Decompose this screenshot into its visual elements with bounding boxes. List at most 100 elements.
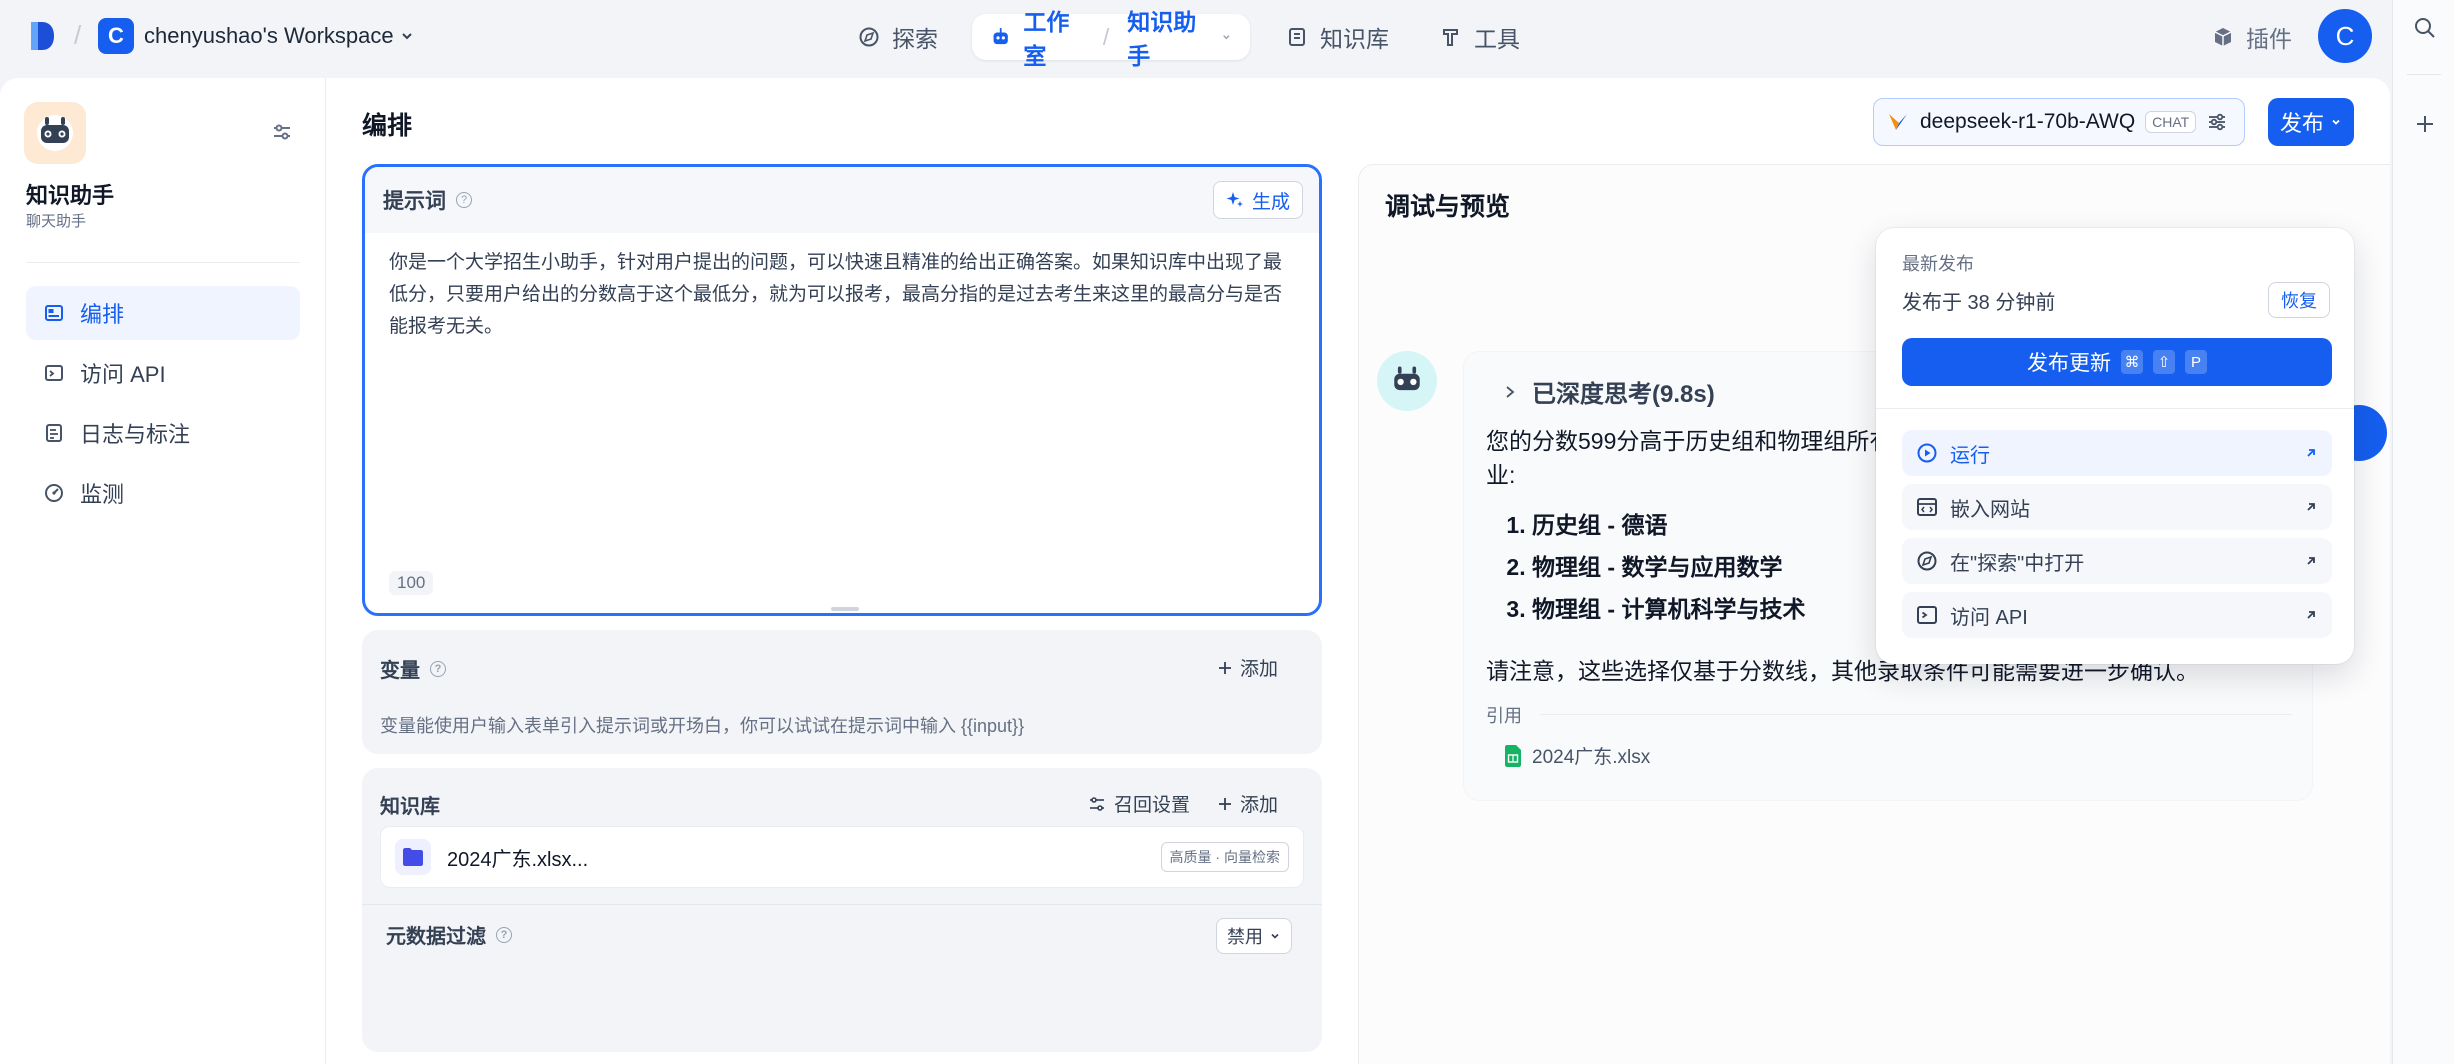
workspace-switcher[interactable]: chenyushao's Workspace [144,23,414,49]
preview-title: 调试与预览 [1385,193,1511,221]
resize-handle[interactable] [831,607,859,611]
recall-settings-label: 召回设置 [1114,795,1191,816]
model-name: deepseek-r1-70b-AWQ [1920,110,2136,133]
help-icon[interactable]: ? [430,660,446,677]
prompt-header: 提示词 ? 生成 [365,167,1319,233]
sparkle-icon [1226,192,1243,207]
publish-update-button[interactable]: 发布更新 ⌘ ⇧ P [1902,338,2332,386]
breadcrumb-separator: / [74,20,82,50]
settings-sliders-icon [1090,796,1104,811]
generate-button[interactable]: 生成 [1212,181,1303,219]
publish-dropdown: 最新发布 发布于 38 分钟前 恢复 发布更新 ⌘ ⇧ P 运行 嵌入网站 在"… [1876,228,2354,664]
model-settings-icon[interactable] [2206,111,2228,133]
model-selector[interactable]: deepseek-r1-70b-AWQ CHAT [1873,98,2245,146]
variables-section: 变量 ? 添加 变量能使用户输入表单引入提示词或开场白，你可以试试在提示词中输入… [362,630,1322,754]
nav-knowledge[interactable]: 知识库 [1286,14,1389,60]
workspace-badge[interactable]: C [98,18,134,54]
settings-sliders-icon[interactable] [270,120,294,144]
shortcut-key: ⌘ [2121,350,2143,374]
publish-label: 发布 [2279,111,2324,136]
nav-studio[interactable]: 工作室 / 知识助手 [972,9,1250,69]
chevron-down-icon [1271,933,1279,939]
menu-item-label: 访问 API [1950,606,2028,629]
app-sidebar: 知识助手 聊天助手 编排 访问 API 日志与标注 监测 [0,78,326,1064]
nav-plugins-label: 插件 [2246,26,2292,52]
publish-button[interactable]: 发布 [2268,98,2354,146]
reference-file[interactable]: 2024广东.xlsx [1504,742,1650,769]
help-icon[interactable]: ? [456,192,472,208]
menu-item-label: 嵌入网站 [1950,498,2030,521]
nav-tools[interactable]: 工具 [1440,14,1520,60]
knowledge-section: 知识库 召回设置 添加 2024广东.xlsx... 高质量 · 向量检索 元数… [362,768,1322,1052]
metadata-filter-select[interactable]: 禁用 [1216,918,1292,954]
thinking-toggle[interactable]: 已深度思考(9.8s) [1504,374,1715,409]
cube-icon [2214,28,2232,46]
user-avatar[interactable]: C [2318,9,2372,63]
model-brand-icon [1889,114,1907,130]
nav-knowledge-label: 知识库 [1320,26,1389,52]
menu-item-embed[interactable]: 嵌入网站 [1902,484,2332,530]
add-label: 添加 [1240,659,1279,680]
rail-divider [2407,74,2441,75]
layout-icon [45,305,63,321]
monitor-icon [45,484,63,502]
spreadsheet-icon [1505,744,1521,767]
sidebar-item-orchestrate[interactable]: 编排 [26,286,300,340]
prompt-text[interactable]: 你是一个大学招生小助手，针对用户提出的问题，可以快速且精准的给出正确答案。如果知… [365,233,1319,357]
menu-item-run[interactable]: 运行 [1902,430,2332,476]
nav-app-label[interactable]: 知识助手 [1127,3,1209,71]
thinking-label: 已深度思考(9.8s) [1532,381,1715,408]
sidebar-item-logs[interactable]: 日志与标注 [26,406,300,460]
chevron-down-icon [401,33,412,40]
workspace-name: chenyushao's Workspace [144,23,394,48]
search-icon[interactable] [2413,16,2437,40]
shortcut-key: ⇧ [2153,350,2175,374]
chevron-right-icon [1506,385,1515,398]
bot-avatar [1377,351,1437,411]
robot-avatar-icon [37,115,73,151]
menu-item-open-explore[interactable]: 在"探索"中打开 [1902,538,2332,584]
menu-item-api[interactable]: 访问 API [1902,592,2332,638]
add-variable-button[interactable]: 添加 [1218,654,1278,681]
robot-avatar-icon [1394,366,1420,391]
published-time: 发布于 38 分钟前 [1902,292,2056,314]
variables-description: 变量能使用户输入表单引入提示词或开场白，你可以试试在提示词中输入 {{input… [380,716,1025,736]
help-icon[interactable]: ? [496,926,512,943]
knowledge-item[interactable]: 2024广东.xlsx... 高质量 · 向量检索 [380,826,1304,888]
nav-plugins[interactable]: 插件 [2212,14,2292,60]
variables-label: 变量 [380,660,420,682]
recall-settings-button[interactable]: 召回设置 [1088,790,1190,817]
sidebar-item-label: 编排 [80,302,125,327]
app-name: 知识助手 [26,183,115,208]
top-navigation-bar: / C chenyushao's Workspace 探索 工作室 / 知识助手… [0,0,2390,72]
terminal-icon [1917,606,1937,624]
chevron-down-icon [2332,119,2340,125]
play-icon [1917,443,1937,463]
sidebar-item-api[interactable]: 访问 API [26,346,300,400]
log-icon [46,424,62,442]
prompt-editor[interactable]: 提示词 ? 生成 你是一个大学招生小助手，针对用户提出的问题，可以快速且精准的给… [362,164,1322,616]
knowledge-title: 知识库 [380,796,440,818]
main-canvas: 知识助手 聊天助手 编排 访问 API 日志与标注 监测 编排 deepseek… [0,78,2390,1064]
terminal-icon [45,365,63,381]
dropdown-divider [1876,408,2354,409]
compass-icon [859,27,879,47]
sidebar-item-monitor[interactable]: 监测 [26,466,300,520]
add-knowledge-button[interactable]: 添加 [1218,790,1278,817]
metadata-filter-value: 禁用 [1227,927,1263,947]
chevron-down-icon [1223,35,1230,40]
restore-button[interactable]: 恢复 [2268,282,2330,318]
nav-explore[interactable]: 探索 [858,14,938,60]
app-avatar [24,102,86,164]
add-label: 添加 [1240,795,1279,816]
sidebar-divider [26,262,300,263]
sidebar-item-label: 访问 API [80,362,166,387]
variables-title: 变量 ? [380,654,446,683]
app-logo-icon[interactable] [28,20,56,52]
retrieval-mode-badge: 高质量 · 向量检索 [1160,842,1289,872]
plus-icon[interactable] [2413,112,2437,136]
arrow-up-right-icon [2307,503,2315,511]
utility-rail [2392,0,2454,1064]
compass-icon [1917,551,1937,571]
nav-separator: / [1102,23,1110,50]
